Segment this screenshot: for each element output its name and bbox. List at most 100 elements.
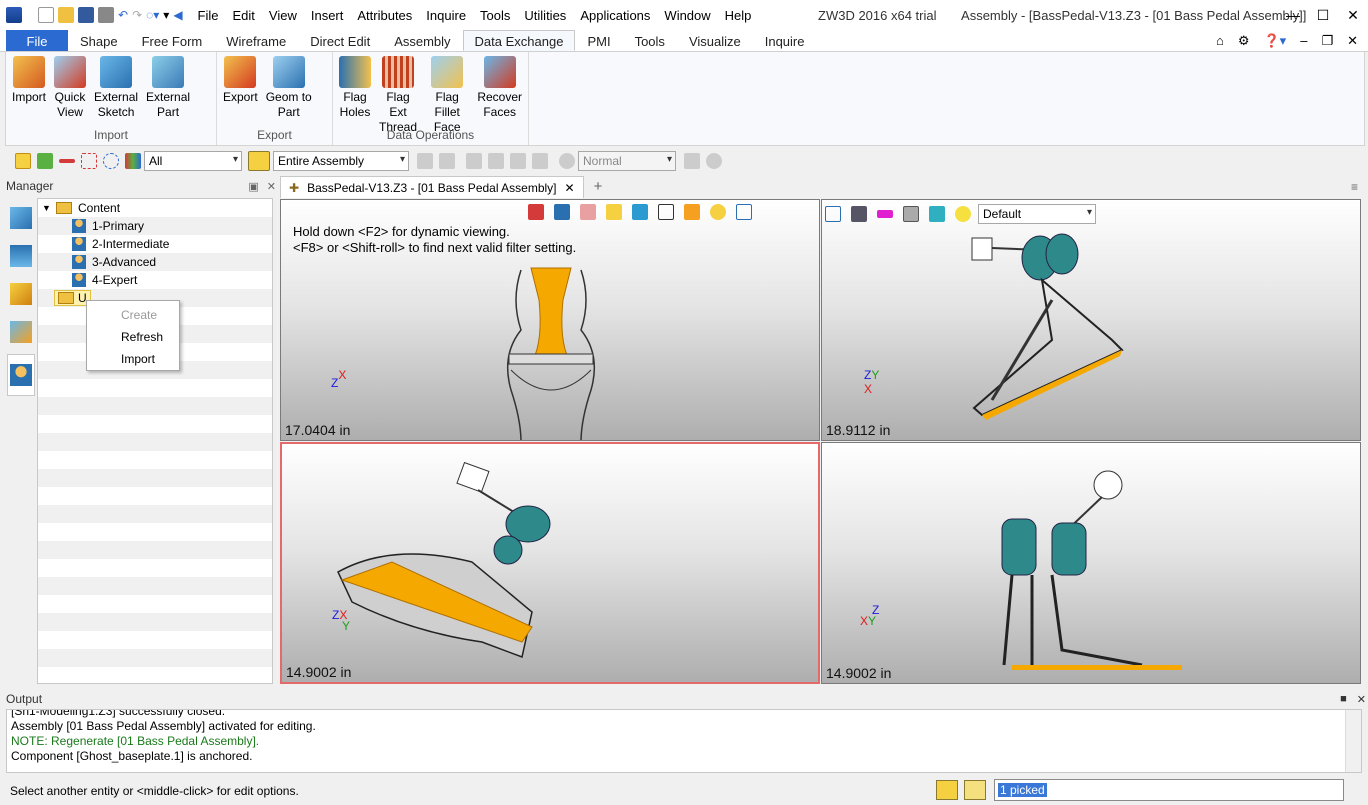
output-pin-icon[interactable]: ■ bbox=[1340, 693, 1347, 706]
tab-free-form[interactable]: Free Form bbox=[130, 30, 215, 51]
undo-icon[interactable]: ↶ bbox=[118, 8, 128, 22]
magenta-color-icon[interactable] bbox=[877, 210, 893, 218]
maximize-button[interactable]: ☐ bbox=[1308, 0, 1338, 30]
collapse-ribbon-icon[interactable]: ⌂ bbox=[1216, 33, 1224, 48]
menu-view[interactable]: View bbox=[262, 8, 304, 23]
pedal-front-model bbox=[506, 267, 596, 440]
render-mode-select[interactable]: Default bbox=[978, 204, 1096, 224]
tree-row-expert[interactable]: 4-Expert bbox=[38, 271, 272, 289]
render-icon[interactable] bbox=[684, 204, 700, 220]
gray-color-icon[interactable] bbox=[903, 206, 919, 222]
open-folder-icon[interactable] bbox=[58, 7, 74, 23]
view-icon[interactable] bbox=[554, 204, 570, 220]
hexagon-icon[interactable] bbox=[103, 153, 119, 169]
user-icon bbox=[72, 219, 86, 233]
doc-minimize-button[interactable]: – bbox=[1300, 33, 1307, 48]
menu-file[interactable]: File bbox=[191, 8, 226, 23]
filter-select[interactable]: All bbox=[144, 151, 242, 171]
view-tab-icon[interactable] bbox=[7, 316, 35, 348]
menu-tools[interactable]: Tools bbox=[473, 8, 517, 23]
manager-pin-icon[interactable]: ▣ bbox=[248, 180, 258, 193]
select-arrow-icon[interactable] bbox=[15, 153, 31, 169]
tree-row-content[interactable]: ▼ Content bbox=[38, 199, 272, 217]
fit-view-icon[interactable] bbox=[736, 204, 752, 220]
tab-inquire[interactable]: Inquire bbox=[753, 30, 817, 51]
viewport-front[interactable]: Hold down <F2> for dynamic viewing. <F8>… bbox=[280, 199, 820, 441]
collapse-arrow-icon[interactable]: ▼ bbox=[42, 203, 56, 213]
part-tab-icon[interactable] bbox=[7, 278, 35, 310]
quick-view-icon bbox=[54, 56, 87, 88]
menu-utilities[interactable]: Utilities bbox=[517, 8, 573, 23]
menu-inquire[interactable]: Inquire bbox=[419, 8, 473, 23]
rotate-view-icon[interactable]: ◌▾ bbox=[146, 8, 159, 22]
assembly-tree-tab-icon[interactable] bbox=[7, 240, 35, 272]
shaded-box-icon[interactable] bbox=[606, 204, 622, 220]
tree-row-advanced[interactable]: 3-Advanced bbox=[38, 253, 272, 271]
scope-select[interactable]: Entire Assembly bbox=[273, 151, 409, 171]
menu-applications[interactable]: Applications bbox=[573, 8, 657, 23]
menu-attributes[interactable]: Attributes bbox=[350, 8, 419, 23]
eraser-icon[interactable] bbox=[580, 204, 596, 220]
filter-funnel-icon[interactable] bbox=[125, 153, 141, 169]
document-tab[interactable]: ✚ BassPedal-V13.Z3 - [01 Bass Pedal Asse… bbox=[280, 176, 584, 198]
light-bulb-icon[interactable] bbox=[955, 206, 971, 222]
manager-close-icon[interactable]: ✕ bbox=[267, 180, 276, 193]
status-grid-icon[interactable] bbox=[936, 780, 958, 800]
viewport-iso[interactable]: Default ZYX 18.9112 in bbox=[821, 199, 1361, 441]
menu-help[interactable]: Help bbox=[718, 8, 759, 23]
tree-row-intermediate[interactable]: 2-Intermediate bbox=[38, 235, 272, 253]
tab-wireframe[interactable]: Wireframe bbox=[214, 30, 298, 51]
menu-edit[interactable]: Edit bbox=[226, 8, 262, 23]
context-import[interactable]: Import bbox=[87, 348, 179, 370]
menu-arrow-icon[interactable]: ◀ bbox=[173, 8, 182, 22]
doc-close-button[interactable]: ✕ bbox=[1347, 33, 1358, 49]
viewport-side-active[interactable]: ZX Y 14.9002 in bbox=[280, 442, 820, 684]
save-icon[interactable] bbox=[78, 7, 94, 23]
doc-restore-button[interactable]: ❐ bbox=[1321, 33, 1333, 49]
teal-shape-icon[interactable] bbox=[929, 206, 945, 222]
app-logo-icon[interactable] bbox=[6, 7, 22, 23]
tab-data-exchange[interactable]: Data Exchange bbox=[462, 30, 576, 51]
tab-direct-edit[interactable]: Direct Edit bbox=[298, 30, 382, 51]
output-close-icon[interactable]: ✕ bbox=[1357, 693, 1366, 706]
close-button[interactable]: ✕ bbox=[1338, 0, 1368, 30]
target-icon[interactable] bbox=[710, 204, 726, 220]
new-file-icon[interactable] bbox=[38, 7, 54, 23]
cube-icon[interactable] bbox=[632, 204, 648, 220]
tree-row-primary[interactable]: 1-Primary bbox=[38, 217, 272, 235]
settings-gear-icon[interactable]: ⚙ bbox=[1238, 33, 1250, 49]
tab-list-icon[interactable]: ≡ bbox=[1351, 180, 1358, 194]
pick-box-icon[interactable] bbox=[81, 153, 97, 169]
section-icon[interactable] bbox=[825, 206, 841, 222]
menu-window[interactable]: Window bbox=[657, 8, 717, 23]
assembly-scope-icon[interactable] bbox=[248, 151, 270, 171]
export-icon bbox=[224, 56, 257, 88]
content-tab-icon[interactable] bbox=[7, 354, 35, 396]
menu-insert[interactable]: Insert bbox=[304, 8, 351, 23]
quick-access-dropdown-icon[interactable]: ▾ bbox=[163, 8, 169, 22]
tab-assembly[interactable]: Assembly bbox=[382, 30, 462, 51]
minimize-button[interactable]: — bbox=[1278, 0, 1308, 30]
viewport-rear[interactable]: Z XY 14.9002 in bbox=[821, 442, 1361, 684]
history-tab-icon[interactable] bbox=[7, 202, 35, 234]
output-scrollbar[interactable] bbox=[1345, 710, 1361, 772]
tab-visualize[interactable]: Visualize bbox=[677, 30, 753, 51]
help-icon[interactable]: ❓▾ bbox=[1263, 33, 1286, 49]
print-icon[interactable] bbox=[98, 7, 114, 23]
new-tab-icon[interactable]: + bbox=[594, 178, 603, 195]
add-selection-icon[interactable] bbox=[37, 153, 53, 169]
viewport-scale: 14.9002 in bbox=[286, 664, 352, 680]
tab-pmi[interactable]: PMI bbox=[575, 30, 622, 51]
picked-field[interactable]: 1 picked bbox=[994, 779, 1344, 801]
monitor-icon[interactable] bbox=[851, 206, 867, 222]
status-list-icon[interactable] bbox=[964, 780, 986, 800]
tab-shape[interactable]: Shape bbox=[68, 30, 130, 51]
tab-tools[interactable]: Tools bbox=[623, 30, 677, 51]
tab-file[interactable]: File bbox=[6, 30, 68, 51]
remove-selection-icon[interactable] bbox=[59, 159, 75, 163]
document-tab-close-icon[interactable]: ✕ bbox=[565, 181, 575, 195]
exit-icon[interactable] bbox=[528, 204, 544, 220]
context-refresh[interactable]: Refresh bbox=[87, 326, 179, 348]
wire-cube-icon[interactable] bbox=[658, 204, 674, 220]
redo-icon[interactable]: ↷ bbox=[132, 8, 142, 22]
